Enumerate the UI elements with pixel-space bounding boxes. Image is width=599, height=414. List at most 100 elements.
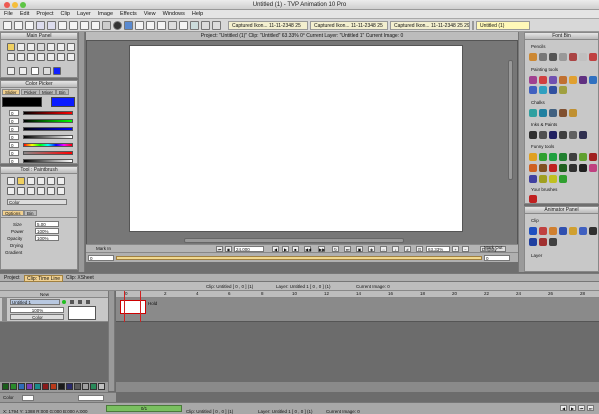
red-channel-field[interactable]: 0 <box>9 110 19 116</box>
mark-in-label[interactable]: Mark In <box>96 245 111 252</box>
current-color-swatch[interactable] <box>53 67 61 75</box>
funny-11-icon[interactable] <box>559 164 567 172</box>
brush-preset-10-icon[interactable] <box>37 187 45 195</box>
paint-brush-8-icon[interactable] <box>529 86 537 94</box>
tool-icon-b[interactable] <box>157 21 166 30</box>
pencil-brush-4-icon[interactable] <box>559 53 567 61</box>
alpha-slider[interactable] <box>23 135 73 139</box>
pencil-brush-1-icon[interactable] <box>529 53 537 61</box>
shape-tool-icon[interactable] <box>27 53 35 61</box>
layer-thumbnail[interactable] <box>68 306 96 320</box>
frame-start-field[interactable]: 0 <box>88 255 114 261</box>
play-icon[interactable] <box>201 21 210 30</box>
chalk-3-icon[interactable] <box>549 109 557 117</box>
layer-lock-icon[interactable] <box>70 300 74 304</box>
blue-slider[interactable] <box>23 127 73 131</box>
funny-14-icon[interactable] <box>589 164 597 172</box>
lasso-tool-icon[interactable] <box>17 53 25 61</box>
swap-colors-icon[interactable] <box>43 67 51 75</box>
frame-range-bar[interactable] <box>116 256 482 260</box>
vertical-scrollbar[interactable] <box>508 60 513 180</box>
chalk-1-icon[interactable] <box>529 109 537 117</box>
funny-18-icon[interactable] <box>559 175 567 183</box>
section-chalks[interactable]: Chalks <box>531 100 545 105</box>
paintbrush-tool-icon[interactable] <box>7 43 15 51</box>
tab-slider[interactable]: Slider <box>2 89 20 95</box>
menu-layer[interactable]: Layer <box>77 11 91 17</box>
pencil-brush-6-icon[interactable] <box>579 53 587 61</box>
drawing-canvas[interactable] <box>129 45 463 232</box>
brush-preset-8-icon[interactable] <box>17 187 25 195</box>
menu-help[interactable]: Help <box>192 11 203 17</box>
anim-clip-10-icon[interactable] <box>549 238 557 246</box>
tab-xsheet[interactable]: Clip: XSheet <box>64 275 96 282</box>
green-slider[interactable] <box>23 119 73 123</box>
section-painting-tools[interactable]: Painting tools <box>531 67 558 72</box>
anim-clip-5-icon[interactable] <box>569 227 577 235</box>
fx-icon[interactable] <box>190 21 199 30</box>
power-field[interactable]: 100% <box>35 228 59 234</box>
ink-3-icon[interactable] <box>549 131 557 139</box>
tab-picker[interactable]: Picker <box>21 89 40 95</box>
paint-brush-9-icon[interactable] <box>539 86 547 94</box>
tab-mixer[interactable]: Mixer <box>39 89 56 95</box>
paint-brush-2-icon[interactable] <box>539 76 547 84</box>
ink-2-icon[interactable] <box>539 131 547 139</box>
paint-brush-6-icon[interactable] <box>579 76 587 84</box>
doc-tab-1[interactable]: Captured Ikon... 11-11-2348 25 <box>228 21 308 30</box>
status-nav-last-icon[interactable]: ⏭ <box>587 405 594 411</box>
doc-tab-3[interactable]: Captured Ikon... 11-11-2348 25 2948 <box>390 21 470 30</box>
rectangle-select-icon[interactable] <box>7 53 15 61</box>
funny-9-icon[interactable] <box>539 164 547 172</box>
tab-project[interactable]: Project <box>2 275 22 282</box>
tab-bin-tool[interactable]: Bin <box>24 210 37 216</box>
funny-13-icon[interactable] <box>579 164 587 172</box>
anim-clip-4-icon[interactable] <box>559 227 567 235</box>
anim-clip-1-icon[interactable] <box>529 227 537 235</box>
layer-color-swatch-12[interactable] <box>90 383 97 390</box>
menu-edit[interactable]: Edit <box>20 11 29 17</box>
anim-clip-9-icon[interactable] <box>539 238 547 246</box>
anim-clip-7-icon[interactable] <box>589 227 597 235</box>
chalk-5-icon[interactable] <box>569 109 577 117</box>
airbrush-tool-icon[interactable] <box>37 43 45 51</box>
layer-color-swatch-5[interactable] <box>34 383 41 390</box>
layer-solo-icon[interactable] <box>86 300 90 304</box>
layer-color-swatch-6[interactable] <box>42 383 49 390</box>
saturation-channel-field[interactable]: 0 <box>9 150 19 156</box>
brush-preset-9-icon[interactable] <box>27 187 35 195</box>
brush-preset-2-icon[interactable] <box>17 177 25 185</box>
section-funny-tools[interactable]: Funny tools <box>531 144 554 149</box>
hue-slider[interactable] <box>23 143 73 147</box>
custom-brush-icon[interactable] <box>529 195 537 203</box>
section-your-brushes[interactable]: Your brushes <box>531 187 557 192</box>
section-pencils[interactable]: Pencils <box>531 44 546 49</box>
layer-color-swatch-13[interactable] <box>98 383 105 390</box>
layer-color-swatch-10[interactable] <box>74 383 81 390</box>
chalk-2-icon[interactable] <box>539 109 547 117</box>
sphere-icon[interactable] <box>124 21 133 30</box>
brush-preset-6-icon[interactable] <box>57 177 65 185</box>
new-layer-button[interactable]: New <box>40 292 49 297</box>
layer-row[interactable]: Untitled 1 100% Color <box>0 298 108 322</box>
paint-brush-5-icon[interactable] <box>569 76 577 84</box>
layer-color-swatch-8[interactable] <box>58 383 65 390</box>
eraser-tool-icon[interactable] <box>27 43 35 51</box>
horizontal-scrollbar[interactable] <box>184 238 404 243</box>
warp-tool-icon[interactable] <box>7 67 15 75</box>
value-slider[interactable] <box>23 159 73 163</box>
ink-6-icon[interactable] <box>579 131 587 139</box>
pencil-tool-icon[interactable] <box>17 43 25 51</box>
hand-icon[interactable] <box>168 21 177 30</box>
chalk-4-icon[interactable] <box>559 109 567 117</box>
layer-color-swatch-4[interactable] <box>26 383 33 390</box>
new-file-icon[interactable] <box>3 21 12 30</box>
value-channel-field[interactable]: 0 <box>9 158 19 164</box>
tab-timeline[interactable]: Clip: Time Line <box>24 275 64 282</box>
layer-track[interactable]: Hold <box>116 298 599 322</box>
smudge-tool-icon[interactable] <box>67 43 75 51</box>
brush-preset-3-icon[interactable] <box>27 177 35 185</box>
bucket-icon[interactable] <box>19 67 27 75</box>
brush-preset-1-icon[interactable] <box>7 177 15 185</box>
tab-options[interactable]: Options <box>2 210 24 216</box>
